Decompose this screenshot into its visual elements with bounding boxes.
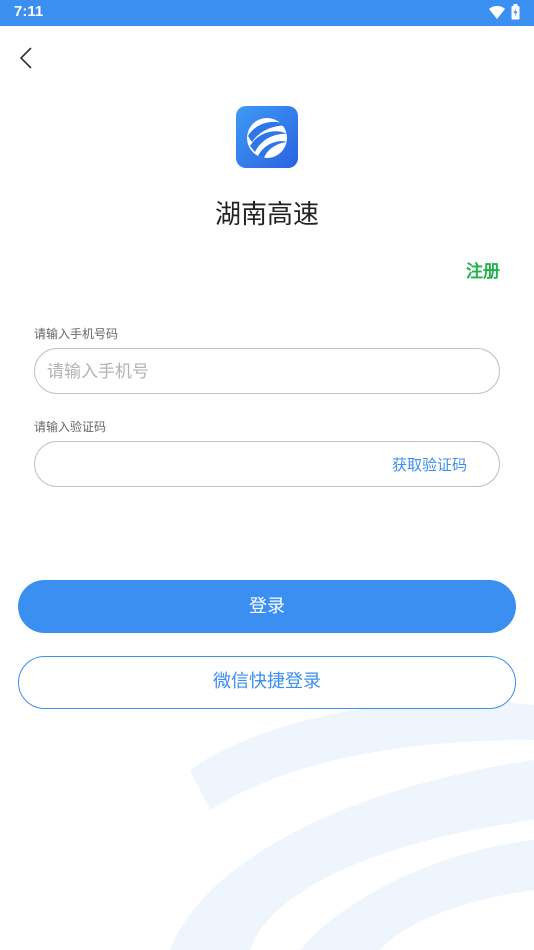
- phone-input[interactable]: [45, 349, 349, 395]
- register-link[interactable]: 注册: [466, 257, 500, 282]
- battery-icon: [511, 4, 520, 20]
- chevron-left-icon: [19, 47, 32, 69]
- wifi-icon: [489, 6, 505, 19]
- login-button[interactable]: 登录: [18, 580, 516, 633]
- wechat-login-button[interactable]: 微信快捷登录: [18, 656, 516, 709]
- app-title: 湖南高速: [214, 200, 319, 230]
- status-time: 7:11: [14, 3, 44, 20]
- status-bar: 7:11: [0, 0, 534, 26]
- hunan-expressway-logo-icon: [236, 106, 298, 168]
- phone-label: 请输入手机号码: [34, 327, 119, 341]
- phone-input-box[interactable]: [34, 348, 500, 395]
- get-code-button[interactable]: 获取验证码: [392, 454, 467, 475]
- background-decoration: [170, 701, 534, 950]
- code-input-box[interactable]: 获取验证码: [34, 441, 500, 488]
- back-button[interactable]: [14, 42, 44, 74]
- code-input[interactable]: [45, 442, 349, 488]
- code-label: 请输入验证码: [34, 420, 107, 434]
- status-icons: [489, 4, 520, 20]
